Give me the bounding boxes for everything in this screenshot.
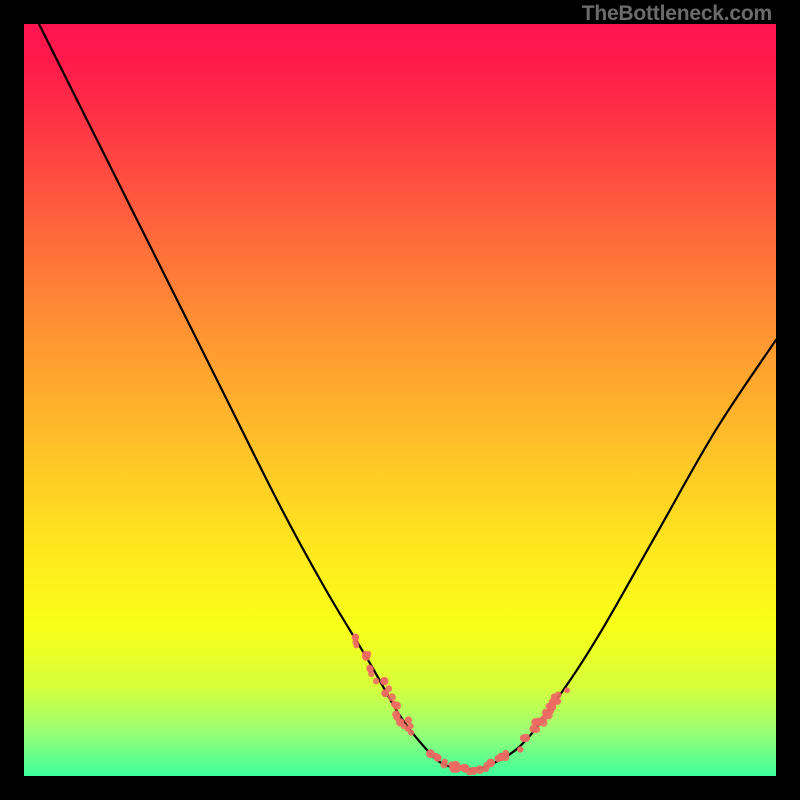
bottleneck-curve [24, 24, 776, 776]
bottleneck-markers [352, 634, 570, 776]
plot-area [24, 24, 776, 776]
chart-frame: TheBottleneck.com [0, 0, 800, 800]
attribution-label: TheBottleneck.com [582, 2, 772, 26]
